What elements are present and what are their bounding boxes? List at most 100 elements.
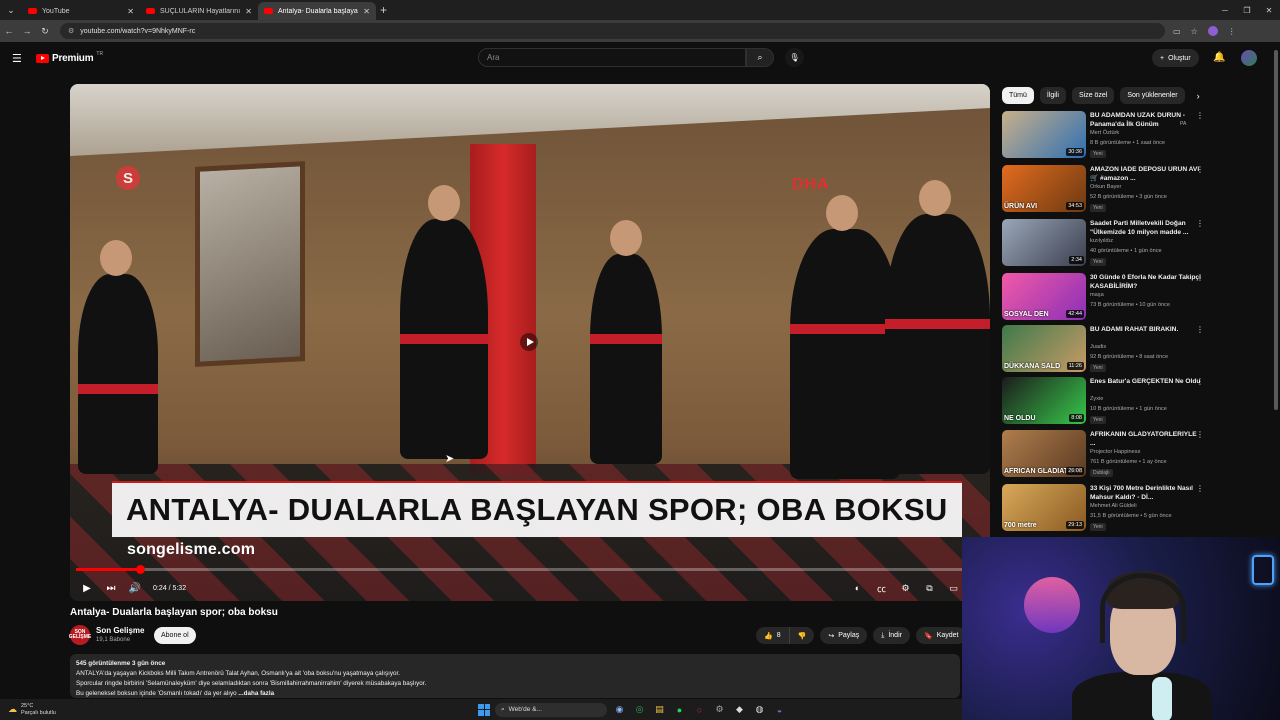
save-button[interactable]: 🔖 Kaydet xyxy=(915,627,967,644)
windows-start-icon[interactable] xyxy=(478,703,490,716)
video-thumbnail[interactable]: 2:34 xyxy=(1002,219,1086,266)
subscribe-button[interactable]: Abone ol xyxy=(154,627,196,644)
video-thumbnail[interactable]: DÜKKANA SALD 11:26 xyxy=(1002,325,1086,372)
miniplayer-icon[interactable]: ⧉ xyxy=(919,583,940,594)
back-icon[interactable]: ← xyxy=(0,26,18,36)
share-icon: ↪ xyxy=(828,632,835,640)
url-field[interactable]: ⚙ youtube.com/watch?v=9NhkyMNF-rc xyxy=(60,23,1165,39)
spotify-icon[interactable]: ● xyxy=(672,702,687,717)
center-play-icon[interactable] xyxy=(520,333,538,351)
new-tab-icon[interactable]: + xyxy=(380,3,387,17)
recommendation-item[interactable]: 30:36 BU ADAMDAN UZAK DURUN - Panama'da İ… xyxy=(1002,111,1212,161)
close-window-icon[interactable]: ✕ xyxy=(1258,0,1280,20)
browser-app-icon[interactable]: ◒ xyxy=(772,702,787,717)
dislike-button[interactable]: 👎 xyxy=(789,627,815,644)
play-icon[interactable]: ▶ xyxy=(75,583,99,594)
more-options-icon[interactable]: ⋮ xyxy=(1196,165,1204,174)
channel-name[interactable]: Son Gelişme xyxy=(96,626,144,635)
cast-icon[interactable]: ▭ xyxy=(1173,27,1181,36)
account-avatar[interactable] xyxy=(1241,50,1257,66)
close-tab-icon[interactable]: ✕ xyxy=(127,7,134,16)
chip-related[interactable]: İlgili xyxy=(1039,87,1066,104)
autoplay-toggle-icon[interactable]: ◐ xyxy=(847,583,868,593)
obs-icon[interactable]: ◍ xyxy=(752,702,767,717)
video-player[interactable]: S DHA ANTALYA- DUALARLA BAŞLAYAN SPOR; O… xyxy=(70,84,990,601)
video-thumbnail[interactable]: ÜRÜN AVI 34:53 xyxy=(1002,165,1086,212)
theater-mode-icon[interactable]: ▭ xyxy=(943,583,964,594)
close-tab-icon[interactable]: ✕ xyxy=(245,7,252,16)
youtube-favicon-icon xyxy=(264,8,273,14)
more-options-icon[interactable]: ⋮ xyxy=(1196,273,1204,282)
recommendation-item[interactable]: NE OLDU 8:08 Enes Batur'a GERÇEKTEN Ne Old… xyxy=(1002,377,1212,427)
more-options-icon[interactable]: ⋮ xyxy=(1196,484,1204,493)
voice-search-button[interactable]: 🎙 xyxy=(785,48,804,67)
maximize-icon[interactable]: ❐ xyxy=(1236,0,1258,20)
hamburger-menu-icon[interactable]: ☰ xyxy=(12,52,24,65)
recommendation-title: 30 Günde 0 Eforla Ne Kadar Takipçi KASAB… xyxy=(1090,274,1201,290)
bookmark-star-icon[interactable]: ☆ xyxy=(1191,27,1198,36)
chrome-icon[interactable]: ◎ xyxy=(632,702,647,717)
share-button[interactable]: ↪ Paylaş xyxy=(820,627,868,644)
taskbar-search[interactable]: ⌕ Web'de &... xyxy=(495,702,607,717)
browser-tab-0[interactable]: YouTube ✕ xyxy=(22,2,140,20)
video-thumbnail[interactable]: SOSYAL DEN 42:44 xyxy=(1002,273,1086,320)
video-thumbnail[interactable]: NE OLDU 8:08 xyxy=(1002,377,1086,424)
video-thumbnail[interactable]: AFRICAN GLADIATORS 26:08 xyxy=(1002,430,1086,477)
steam-icon[interactable]: ◉ xyxy=(612,702,627,717)
browser-tab-1[interactable]: SUÇLULARIN Hayatlarını MAHV ✕ xyxy=(140,2,258,20)
video-thumbnail[interactable]: 700 metre 29:13 xyxy=(1002,484,1086,531)
more-options-icon[interactable]: ⋮ xyxy=(1196,377,1204,386)
recommendation-item[interactable]: AFRICAN GLADIATORS 26:08 AFRİKANIN GLADYAT… xyxy=(1002,430,1212,480)
video-thumbnail[interactable]: 30:36 xyxy=(1002,111,1086,158)
show-more-link[interactable]: ...daha fazla xyxy=(238,690,274,697)
recommendation-item[interactable]: 2:34 Saadet Parti Milletvekili Doğan "Ülk… xyxy=(1002,219,1212,269)
progress-bar[interactable] xyxy=(76,565,962,574)
page-scrollbar[interactable] xyxy=(1274,50,1278,410)
volume-icon[interactable]: 🔊 xyxy=(123,583,147,594)
download-button[interactable]: ⤓ İndir xyxy=(873,627,910,644)
recommendation-item[interactable]: SOSYAL DEN 42:44 30 Günde 0 Eforla Ne Kada… xyxy=(1002,273,1212,323)
minimize-icon[interactable]: ─ xyxy=(1214,0,1236,20)
more-options-icon[interactable]: ⋮ xyxy=(1196,430,1204,439)
close-tab-icon[interactable]: ✕ xyxy=(363,7,370,16)
more-options-icon[interactable]: ⋮ xyxy=(1196,219,1204,228)
recommendation-item[interactable]: DÜKKANA SALD 11:26 BU ADAMI RAHAT BIRAKIN.… xyxy=(1002,325,1212,375)
chevron-right-icon[interactable]: › xyxy=(1197,91,1200,101)
weather-widget[interactable]: ☁ 25°C Parçalı bulutlu xyxy=(8,703,56,717)
file-explorer-icon[interactable]: ▤ xyxy=(652,702,667,717)
browser-menu-icon[interactable]: ⋮ xyxy=(1228,27,1236,36)
recommendation-item[interactable]: ÜRÜN AVI 34:53 AMAZON İADE DEPOSU ÜRÜN AVI… xyxy=(1002,165,1212,215)
frame-fighter xyxy=(885,180,990,474)
search-button[interactable]: ⌕ xyxy=(746,48,774,67)
description-box[interactable]: 545 görüntülenme 3 gün önce ANTALYA'da y… xyxy=(70,654,960,698)
like-button[interactable]: 👍 8 xyxy=(756,627,790,644)
epic-games-icon[interactable]: ◆ xyxy=(732,702,747,717)
notifications-bell-icon[interactable]: 🔔 xyxy=(1213,52,1225,63)
youtube-logo[interactable]: Premium TR xyxy=(36,51,103,64)
reload-icon[interactable]: ↻ xyxy=(36,26,54,37)
forward-icon[interactable]: → xyxy=(18,26,36,36)
chip-recent[interactable]: Son yüklenenler xyxy=(1120,87,1185,104)
search-input[interactable]: Ara xyxy=(478,48,746,67)
site-info-icon[interactable]: ⚙ xyxy=(68,27,74,35)
thumbnail-text: 700 metre xyxy=(1004,522,1037,529)
create-button[interactable]: + Oluştur xyxy=(1152,49,1199,67)
tab-search-icon[interactable]: ⌄ xyxy=(0,0,22,20)
more-options-icon[interactable]: ⋮ xyxy=(1196,325,1204,334)
more-options-icon[interactable]: ⋮ xyxy=(1196,111,1204,120)
recommendation-meta: 52 B görüntüleme • 3 gün önce xyxy=(1090,194,1167,200)
subtitles-icon[interactable]: ㏄ xyxy=(871,582,892,595)
settings-gear-icon[interactable]: ⚙ xyxy=(895,583,916,594)
settings-app-icon[interactable]: ⚙ xyxy=(712,702,727,717)
next-icon[interactable]: ⏭ xyxy=(99,583,123,594)
search-icon: ⌕ xyxy=(757,52,763,62)
profile-avatar[interactable] xyxy=(1207,26,1218,36)
recommendation-item[interactable]: 700 metre 29:13 33 Kişi 700 Metre Derinlik… xyxy=(1002,484,1212,534)
progress-scrubber[interactable] xyxy=(136,565,145,574)
browser-tab-2[interactable]: Antalya- Dualarla başlayan spo ✕ xyxy=(258,2,376,20)
opera-icon[interactable]: ○ xyxy=(692,702,707,717)
recommendation-title: BU ADAMI RAHAT BIRAKIN. xyxy=(1090,326,1179,333)
chip-all[interactable]: Tümü xyxy=(1002,87,1034,104)
channel-avatar[interactable]: SON GELİŞME xyxy=(69,625,91,645)
chip-for-you[interactable]: Size özel xyxy=(1071,87,1115,104)
